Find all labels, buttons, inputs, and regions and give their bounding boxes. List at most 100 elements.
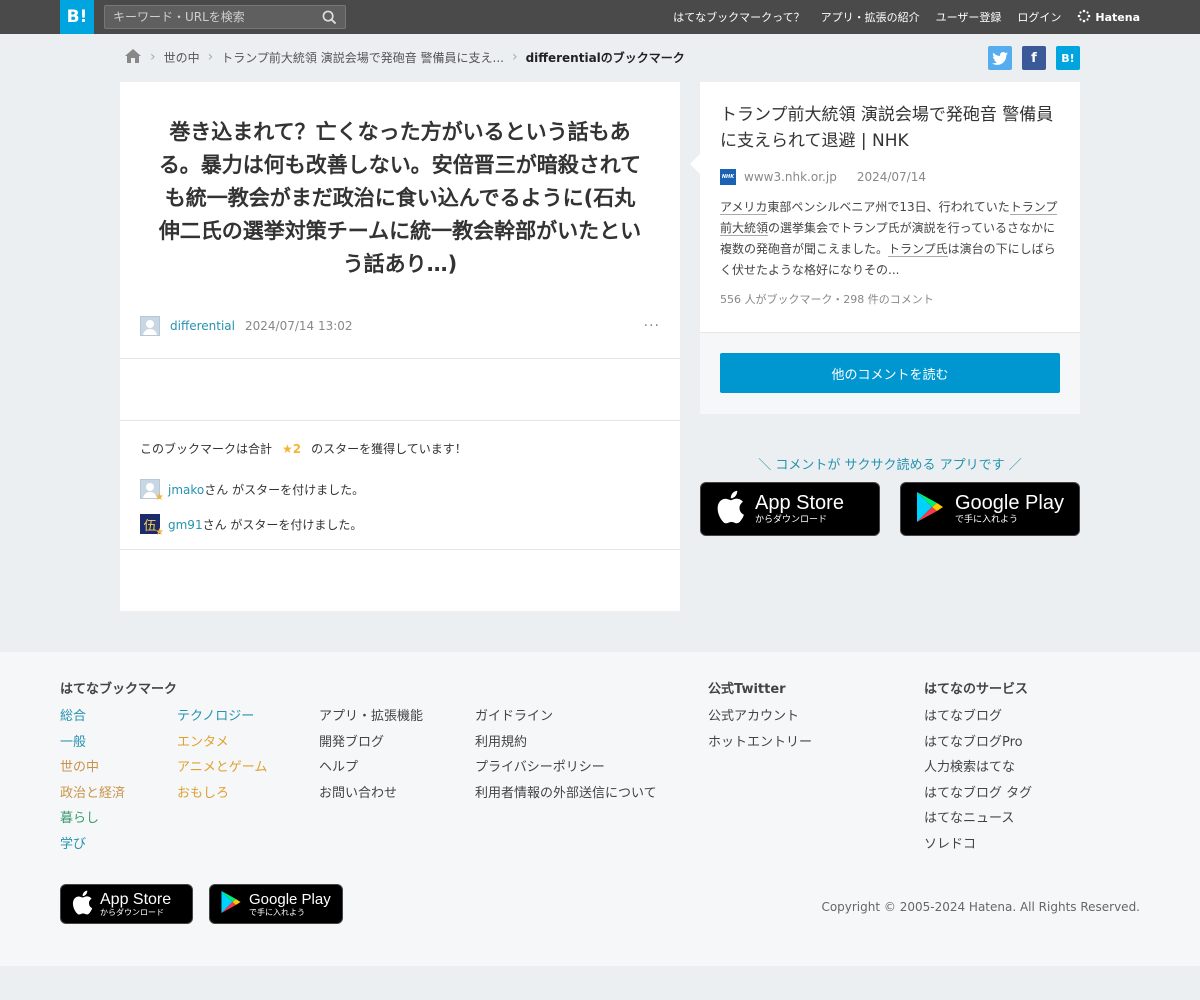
avatar[interactable]: ★ <box>140 479 164 503</box>
hatena-brand-link[interactable]: Hatena <box>1077 9 1140 26</box>
footer-category-link[interactable]: おもしろ <box>177 785 267 804</box>
footer-google-play-badge[interactable]: Google Play で手に入れよう <box>209 884 343 924</box>
divider <box>120 358 680 359</box>
footer-link[interactable]: はてなブログ タグ <box>924 785 1032 804</box>
footer-link[interactable]: ホットエントリー <box>708 734 812 753</box>
app-promo-text: ＼ コメントが サクサク読める アプリです ／ <box>758 458 1022 473</box>
footer-category-link[interactable]: 一般 <box>60 734 125 753</box>
keyword-link[interactable]: トランプ氏 <box>888 242 948 257</box>
google-play-icon <box>220 890 242 918</box>
breadcrumb: › 世の中 › トランプ前大統領 演説会場で発砲音 警備員に支え... › di… <box>124 46 685 68</box>
footer-twitter-links: 公式アカウント ホットエントリー <box>708 708 812 752</box>
avatar[interactable]: 伍 ★ <box>140 514 164 538</box>
footer-links-d: ガイドライン 利用規約 プライバシーポリシー 利用者情報の外部送信について <box>475 708 657 803</box>
footer-category-link[interactable]: 総合 <box>60 708 125 727</box>
read-other-comments-button[interactable]: 他のコメントを読む <box>720 353 1060 393</box>
search-box <box>104 5 346 29</box>
footer-category-link[interactable]: テクノロジー <box>177 708 267 727</box>
twitter-share-icon[interactable] <box>988 46 1012 70</box>
footer-link[interactable]: 開発ブログ <box>319 734 423 753</box>
nhk-favicon-icon: NHK <box>720 169 736 185</box>
hatena-share-icon[interactable]: B! <box>1056 46 1080 70</box>
apple-icon <box>715 490 745 528</box>
star-summary-prefix: このブックマークは合計 <box>140 442 273 456</box>
entry-date: 2024/07/14 <box>856 170 926 184</box>
chevron-right-icon: › <box>511 49 518 65</box>
breadcrumb-category[interactable]: 世の中 <box>164 49 200 66</box>
breadcrumb-entry[interactable]: トランプ前大統領 演説会場で発砲音 警備員に支え... <box>221 49 504 66</box>
footer-category-link[interactable]: 世の中 <box>60 759 125 778</box>
footer-category-link[interactable]: 政治と経済 <box>60 785 125 804</box>
google-play-label: Google Play <box>955 492 1064 514</box>
app-store-label: App Store <box>100 890 172 908</box>
footer-categories-a: 総合 一般 世の中 政治と経済 暮らし 学び <box>60 708 125 854</box>
footer-link[interactable]: プライバシーポリシー <box>475 759 657 778</box>
footer-link[interactable]: 利用者情報の外部送信について <box>475 785 657 804</box>
footer-link[interactable]: 人力検索はてな <box>924 759 1032 778</box>
footer-link[interactable]: ガイドライン <box>475 708 657 727</box>
footer-links-c: アプリ・拡張機能 開発ブログ ヘルプ お問い合わせ <box>319 708 423 803</box>
footer-link[interactable]: 利用規約 <box>475 734 657 753</box>
bookmark-card: 巻き込まれて？亡くなった方がいるという話もある。暴力は何も改善しない。安倍晋三が… <box>120 82 680 611</box>
footer-link[interactable]: ソレドコ <box>924 836 1032 855</box>
chevron-right-icon: › <box>150 49 156 65</box>
footer-heading-services: はてなのサービス <box>924 682 1029 697</box>
hatena-bookmark-logo[interactable]: B! <box>60 0 94 34</box>
avatar[interactable] <box>140 316 160 336</box>
entry-card-footer: 他のコメントを読む <box>700 332 1080 414</box>
apple-icon <box>71 890 93 919</box>
keyword-link[interactable]: アメリカ <box>720 200 768 215</box>
app-store-label: App Store <box>755 492 844 514</box>
nav-register[interactable]: ユーザー登録 <box>936 9 1002 25</box>
divider <box>120 420 680 421</box>
starrer-row: ★ jmakoさん がスターを付けました。 <box>140 479 365 503</box>
footer-category-link[interactable]: エンタメ <box>177 734 267 753</box>
star-icon: ★ <box>155 527 164 538</box>
more-options-icon[interactable]: ··· <box>644 318 660 334</box>
app-store-badge[interactable]: App Store からダウンロード <box>700 482 880 536</box>
footer-link[interactable]: はてなブログPro <box>924 734 1032 753</box>
search-input[interactable] <box>105 6 315 28</box>
footer-link[interactable]: はてなニュース <box>924 810 1032 829</box>
divider <box>120 549 680 550</box>
google-play-label: Google Play <box>249 890 331 908</box>
entry-title-link[interactable]: トランプ前大統領 演説会場で発砲音 警備員に支えられて退避 | NHK <box>720 102 1060 154</box>
footer-link[interactable]: お問い合わせ <box>319 785 423 804</box>
nav-login[interactable]: ログイン <box>1017 9 1061 25</box>
star-summary: このブックマークは合計 ★2 のスターを獲得しています！ <box>140 440 467 457</box>
footer-category-link[interactable]: アニメとゲーム <box>177 759 267 778</box>
bookmark-datetime[interactable]: 2024/07/14 13:02 <box>245 319 353 333</box>
breadcrumb-current: differentialのブックマーク <box>525 50 685 65</box>
entry-domain-link[interactable]: www3.nhk.or.jp <box>744 170 837 184</box>
footer-heading-twitter: 公式Twitter <box>708 682 786 697</box>
google-play-sublabel: で手に入れよう <box>955 515 1019 525</box>
home-icon[interactable] <box>124 48 142 67</box>
app-store-sublabel: からダウンロード <box>100 907 164 917</box>
footer-link[interactable]: はてなブログ <box>924 708 1032 727</box>
footer-app-store-badge[interactable]: App Store からダウンロード <box>60 884 193 924</box>
bookmark-comment: 巻き込まれて？亡くなった方がいるという話もある。暴力は何も改善しない。安倍晋三が… <box>158 120 642 276</box>
footer-link[interactable]: 公式アカウント <box>708 708 812 727</box>
footer-link[interactable]: ヘルプ <box>319 759 423 778</box>
search-icon[interactable] <box>322 10 337 29</box>
footer-services: はてなブログ はてなブログPro 人力検索はてな はてなブログ タグ はてなニュ… <box>924 708 1032 854</box>
entry-bookmark-count[interactable]: 556 人がブックマーク・298 件のコメント <box>720 291 1060 307</box>
facebook-share-icon[interactable]: f <box>1022 46 1046 70</box>
copyright: Copyright © 2005-2024 Hatena. All Rights… <box>821 900 1140 914</box>
app-store-sublabel: からダウンロード <box>755 515 828 525</box>
google-play-icon <box>915 491 945 527</box>
star-count: ★2 <box>282 442 302 456</box>
bookmark-user-link[interactable]: differential <box>170 319 235 333</box>
nav-apps[interactable]: アプリ・拡張の紹介 <box>821 9 920 25</box>
nav-about[interactable]: はてなブックマークって？ <box>673 9 804 25</box>
star-icon: ★ <box>155 492 164 503</box>
starrer-row: 伍 ★ gm91さん がスターを付けました。 <box>140 514 363 538</box>
starrer-user-link[interactable]: gm91 <box>168 518 203 532</box>
starrer-text: さん がスターを付けました。 <box>202 517 363 532</box>
footer-category-link[interactable]: 暮らし <box>60 810 125 829</box>
footer-category-link[interactable]: 学び <box>60 836 125 855</box>
starrer-text: さん がスターを付けました。 <box>204 482 365 497</box>
google-play-badge[interactable]: Google Play で手に入れよう <box>900 482 1080 536</box>
footer-link[interactable]: アプリ・拡張機能 <box>319 708 423 727</box>
starrer-user-link[interactable]: jmako <box>168 483 204 497</box>
